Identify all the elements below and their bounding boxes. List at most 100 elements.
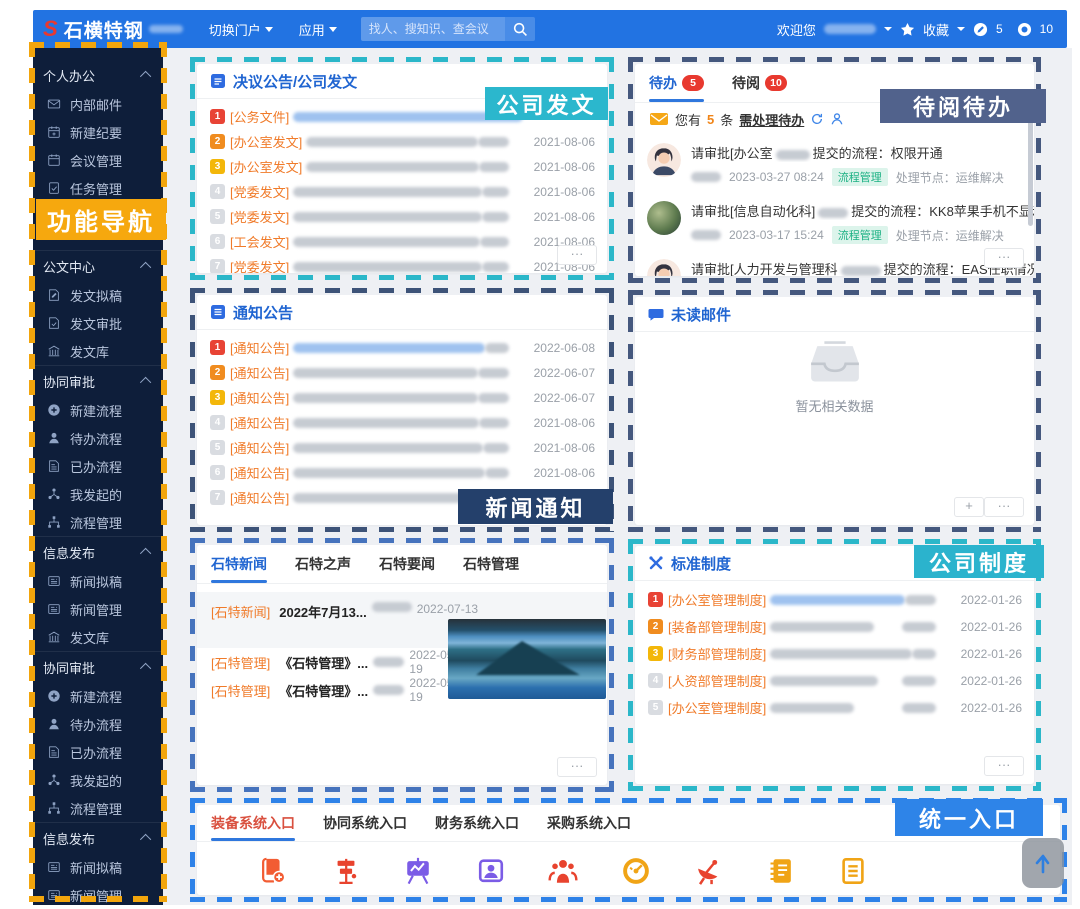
tab-采购系统入口[interactable]: 采购系统入口 <box>547 805 631 841</box>
message-badge-icon[interactable] <box>1017 22 1032 37</box>
user-filter-icon[interactable] <box>830 112 844 126</box>
announcement-row[interactable]: 1[通知公告]2022-06-08 <box>197 335 607 360</box>
more-button[interactable]: ··· <box>984 248 1024 268</box>
announcement-row[interactable]: 7[党委发文]2021-08-06 <box>197 254 607 273</box>
announcement-row[interactable]: 5[党委发文]2021-08-06 <box>197 204 607 229</box>
entry-智创平台[interactable]: 智创平台 <box>672 856 745 895</box>
announcement-row[interactable]: 6[通知公告]2021-08-06 <box>197 460 607 485</box>
announcement-row[interactable]: 3[财务部管理制度]2022-01-26 <box>635 640 1034 667</box>
chevron-up-icon <box>140 548 151 559</box>
sidebar-group-header[interactable]: 协同审批 <box>33 365 163 396</box>
announcement-row[interactable]: 5[通知公告]2021-08-06 <box>197 435 607 460</box>
announcement-row[interactable]: 4[党委发文]2021-08-06 <box>197 179 607 204</box>
sidebar-item[interactable]: 流程管理 <box>33 794 163 822</box>
refresh-icon[interactable] <box>810 112 824 126</box>
entry-189平台[interactable]: 189平台 <box>237 856 310 895</box>
sidebar-item[interactable]: 内部邮件 <box>33 90 163 118</box>
sidebar-item[interactable]: 新建流程 <box>33 682 163 710</box>
search-input[interactable] <box>361 17 505 41</box>
tab-石特之声[interactable]: 石特之声 <box>295 545 351 583</box>
entry-icons-row: 189平台设备平台可视化客户注册客户管理能耗平台智创平台信息需求档案系统 <box>197 842 1060 895</box>
more-button[interactable]: ··· <box>557 245 597 265</box>
tab-待阅[interactable]: 待阅10 <box>732 64 787 102</box>
tab-装备系统入口[interactable]: 装备系统入口 <box>211 805 295 841</box>
todo-item[interactable]: 请审批[信息自动化科]提交的流程：KK8苹果手机不显示通知2023-03-17 … <box>635 193 1034 251</box>
news-title: 《石特管理》... <box>279 653 368 672</box>
entry-可视化[interactable]: 可视化 <box>382 856 455 895</box>
sidebar-group-header[interactable]: 协同审批 <box>33 651 163 682</box>
chevron-down-icon[interactable] <box>957 27 965 31</box>
announcement-row[interactable]: 6[工会发文]2021-08-06 <box>197 229 607 254</box>
todo-item[interactable]: 请审批[人力开发与管理科提交的流程：EAS任职情况等级、档位反...2023-0… <box>635 251 1034 276</box>
announcement-row[interactable]: 1[办公室管理制度]2022-01-26 <box>635 586 1034 613</box>
sidebar-group-header[interactable]: 信息发布 <box>33 822 163 853</box>
sidebar-item[interactable]: 新闻管理 <box>33 595 163 623</box>
sidebar-item[interactable]: 发文库 <box>33 337 163 365</box>
portal-switch-menu[interactable]: 切换门户 <box>209 20 273 39</box>
sidebar-item[interactable]: 我发起的 <box>33 766 163 794</box>
sidebar-item[interactable]: 新建纪要 <box>33 118 163 146</box>
sidebar-item[interactable]: 待办流程 <box>33 424 163 452</box>
announcement-row[interactable]: 5[办公室管理制度]2022-01-26 <box>635 694 1034 721</box>
sidebar-item[interactable]: 新建流程 <box>33 396 163 424</box>
sidebar-item[interactable]: 会议管理 <box>33 146 163 174</box>
search-button[interactable] <box>505 17 535 41</box>
sidebar-item[interactable]: 发文库 <box>33 623 163 651</box>
announcement-row[interactable]: 2[办公室发文]2021-08-06 <box>197 129 607 154</box>
announcement-row[interactable]: 3[办公室发文]2021-08-06 <box>197 154 607 179</box>
back-to-top-button[interactable] <box>1022 838 1064 888</box>
tab-石特新闻[interactable]: 石特新闻 <box>211 545 267 583</box>
chevron-down-icon[interactable] <box>884 27 892 31</box>
entry-信息需求[interactable]: 信息需求 <box>745 856 818 895</box>
sidebar-group-header[interactable]: 个人办公 <box>33 60 163 90</box>
star-icon[interactable] <box>900 22 915 37</box>
add-button[interactable]: + <box>954 497 984 517</box>
sidebar-item[interactable]: 流程管理 <box>33 508 163 536</box>
tab-待办[interactable]: 待办5 <box>649 64 704 102</box>
people-icon <box>548 856 578 886</box>
entry-客户注册[interactable]: 客户注册 <box>455 856 528 895</box>
sidebar-group-header[interactable]: 信息发布 <box>33 536 163 567</box>
notice-header: 通知公告 <box>197 295 607 330</box>
entry-能耗平台[interactable]: 能耗平台 <box>600 856 673 895</box>
sidebar-item[interactable]: 任务管理 <box>33 174 163 202</box>
more-button[interactable]: ··· <box>984 497 1024 517</box>
sidebar-item[interactable]: 新闻拟稿 <box>33 567 163 595</box>
entry-设备平台[interactable]: 设备平台 <box>310 856 383 895</box>
redacted-title <box>293 262 482 272</box>
sidebar-item[interactable]: 新闻管理 <box>33 881 163 909</box>
announcement-row[interactable]: 3[通知公告]2022-06-07 <box>197 385 607 410</box>
avatar <box>647 259 681 276</box>
pending-todo-link[interactable]: 需处理待办 <box>739 110 804 129</box>
favorite-label[interactable]: 收藏 <box>923 20 949 39</box>
sidebar-item[interactable]: 待办流程 <box>33 710 163 738</box>
announcement-row[interactable]: 4[通知公告]2021-08-06 <box>197 410 607 435</box>
tab-石特管理[interactable]: 石特管理 <box>463 545 519 583</box>
pencil-badge-icon[interactable] <box>973 22 988 37</box>
sidebar-group-title: 协同审批 <box>43 658 95 677</box>
tab-协同系统入口[interactable]: 协同系统入口 <box>323 805 407 841</box>
news-row[interactable]: [石特管理]《石特管理》...2022-05-19 <box>197 676 466 704</box>
tab-财务系统入口[interactable]: 财务系统入口 <box>435 805 519 841</box>
sidebar-item[interactable]: 发文拟稿 <box>33 281 163 309</box>
more-button[interactable]: ··· <box>557 757 597 777</box>
sidebar-group-header[interactable]: 公文中心 <box>33 250 163 281</box>
sidebar-item[interactable]: 已办流程 <box>33 738 163 766</box>
news-thumbnail-image[interactable] <box>448 619 606 699</box>
tab-石特要闻[interactable]: 石特要闻 <box>379 545 435 583</box>
news-row[interactable]: [石特管理]《石特管理》...2022-05-19 <box>197 648 466 676</box>
more-button[interactable]: ··· <box>984 756 1024 776</box>
sidebar-item[interactable]: 我发起的 <box>33 480 163 508</box>
sidebar-item[interactable]: 已办流程 <box>33 452 163 480</box>
sidebar-item[interactable]: 新闻拟稿 <box>33 853 163 881</box>
announcement-row[interactable]: 4[人资部管理制度]2022-01-26 <box>635 667 1034 694</box>
entry-客户管理[interactable]: 客户管理 <box>527 856 600 895</box>
announcement-row[interactable]: 2[装备部管理制度]2022-01-26 <box>635 613 1034 640</box>
entry-档案系统[interactable]: 档案系统 <box>817 856 890 895</box>
todo-item[interactable]: 请审批[办公室提交的流程：权限开通2023-03-27 08:24流程管理处理节… <box>635 135 1034 193</box>
redacted-name <box>776 150 810 160</box>
scrollbar-thumb[interactable] <box>1028 114 1033 226</box>
apps-menu[interactable]: 应用 <box>299 20 337 39</box>
sidebar-item[interactable]: 发文审批 <box>33 309 163 337</box>
announcement-row[interactable]: 2[通知公告]2022-06-07 <box>197 360 607 385</box>
